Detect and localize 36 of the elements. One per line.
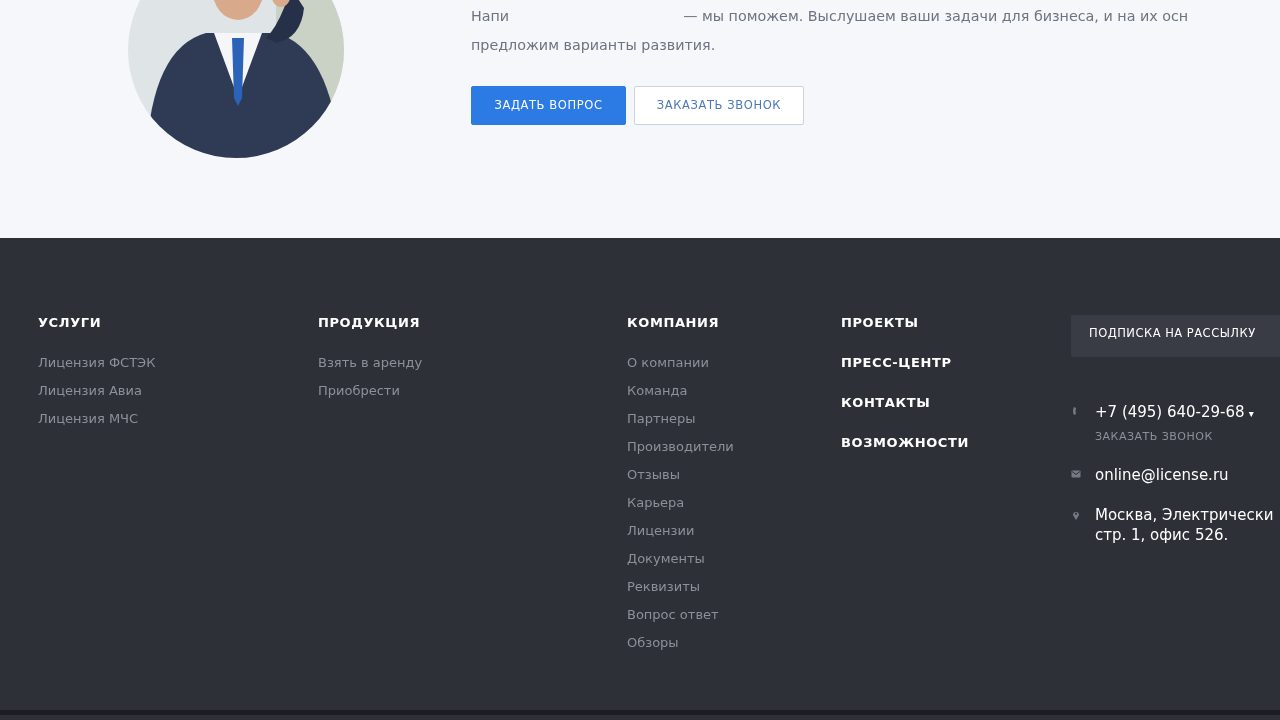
- intro-text: Напи: [471, 8, 510, 24]
- ask-question-button[interactable]: ЗАДАТЬ ВОПРОС: [471, 86, 626, 125]
- footer-heading[interactable]: ПРЕСС-ЦЕНТР: [841, 355, 1071, 371]
- footer-link[interactable]: Обзоры: [627, 635, 841, 651]
- footer-link[interactable]: Команда: [627, 383, 841, 399]
- email-text: online@license.ru: [1095, 465, 1229, 486]
- footer-link[interactable]: Вопрос ответ: [627, 607, 841, 623]
- footer-heading[interactable]: ПРОЕКТЫ: [841, 315, 1071, 331]
- footer-heading[interactable]: ПРОДУКЦИЯ: [318, 315, 627, 331]
- footer-link[interactable]: Партнеры: [627, 411, 841, 427]
- intro-text: предложим варианты развития.: [471, 37, 716, 53]
- callback-button[interactable]: ЗАКАЗАТЬ ЗВОНОК: [634, 86, 804, 125]
- mail-icon: [1071, 469, 1081, 479]
- phone-number: +7 (495) 640-29-68: [1095, 403, 1245, 421]
- footer-link[interactable]: Реквизиты: [627, 579, 841, 595]
- footer-link[interactable]: Приобрести: [318, 383, 627, 399]
- location-pin-icon: [1071, 509, 1081, 520]
- footer-link[interactable]: Отзывы: [627, 467, 841, 483]
- footer-link[interactable]: Производители: [627, 439, 841, 455]
- subscribe-button[interactable]: ПОДПИСКА НА РАССЫЛКУ: [1071, 315, 1280, 357]
- footer-link[interactable]: О компании: [627, 355, 841, 371]
- footer-link[interactable]: Лицензия МЧС: [38, 411, 318, 427]
- callback-link[interactable]: ЗАКАЗАТЬ ЗВОНОК: [1095, 429, 1213, 443]
- footer-link[interactable]: Взять в аренду: [318, 355, 627, 371]
- footer-heading[interactable]: УСЛУГИ: [38, 315, 318, 331]
- address-text: Москва, Электрически стр. 1, офис 526.: [1095, 504, 1274, 545]
- footer-heading[interactable]: ВОЗМОЖНОСТИ: [841, 435, 1071, 451]
- footer-link[interactable]: Лицензии: [627, 523, 841, 539]
- footer-link[interactable]: Документы: [627, 551, 841, 567]
- footer-heading[interactable]: КОМПАНИЯ: [627, 315, 841, 331]
- footer-link[interactable]: Карьера: [627, 495, 841, 511]
- footer-heading[interactable]: КОНТАКТЫ: [841, 395, 1071, 411]
- footer-link[interactable]: Лицензия ФСТЭК: [38, 355, 318, 371]
- caret-icon[interactable]: ▾: [1248, 408, 1254, 419]
- intro-text: — мы поможем. Выслушаем ваши задачи для бизнеса, и на их осн: [683, 8, 1189, 24]
- footer-link[interactable]: Лицензия Авиа: [38, 383, 318, 399]
